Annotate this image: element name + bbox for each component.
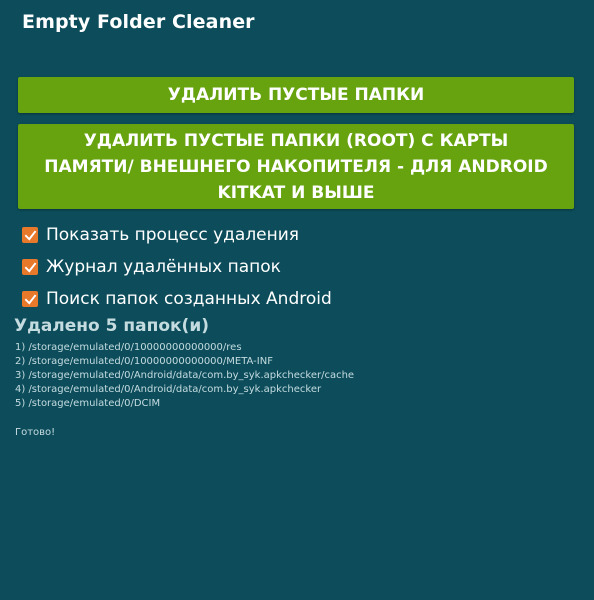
deleted-folders-log: 1) /storage/emulated/0/10000000000000/re… [15,341,354,411]
option-label: Показать процесс удаления [46,225,300,245]
status-text: Готово! [15,427,56,438]
app-screen: Empty Folder Cleaner УДАЛИТЬ ПУСТЫЕ ПАПК… [0,0,594,600]
option-show-deletion-process[interactable]: Показать процесс удаления [22,219,332,251]
deleted-count-heading: Удалено 5 папок(и) [14,316,210,336]
option-label: Поиск папок созданных Android [46,289,332,309]
log-entry: 3) /storage/emulated/0/Android/data/com.… [15,370,355,381]
check-icon [24,229,36,241]
app-title: Empty Folder Cleaner [22,11,255,33]
checkbox-search-android-folders[interactable] [22,291,38,307]
options-list: Показать процесс удаления Журнал удалённ… [22,219,332,315]
option-label: Журнал удалённых папок [46,257,281,277]
check-icon [24,293,36,305]
option-deleted-folders-log[interactable]: Журнал удалённых папок [22,251,332,283]
log-entry: 4) /storage/emulated/0/Android/data/com.… [15,384,322,395]
option-search-android-folders[interactable]: Поиск папок созданных Android [22,283,332,315]
delete-empty-folders-button[interactable]: УДАЛИТЬ ПУСТЫЕ ПАПКИ [18,77,574,113]
log-entry: 5) /storage/emulated/0/DCIM [15,398,161,409]
log-entry: 2) /storage/emulated/0/10000000000000/ME… [15,356,273,367]
log-entry: 1) /storage/emulated/0/10000000000000/re… [15,342,242,353]
checkbox-deleted-folders-log[interactable] [22,259,38,275]
check-icon [24,261,36,273]
checkbox-show-deletion-process[interactable] [22,227,38,243]
delete-empty-folders-root-button[interactable]: УДАЛИТЬ ПУСТЫЕ ПАПКИ (ROOT) С КАРТЫ ПАМЯ… [18,124,574,209]
